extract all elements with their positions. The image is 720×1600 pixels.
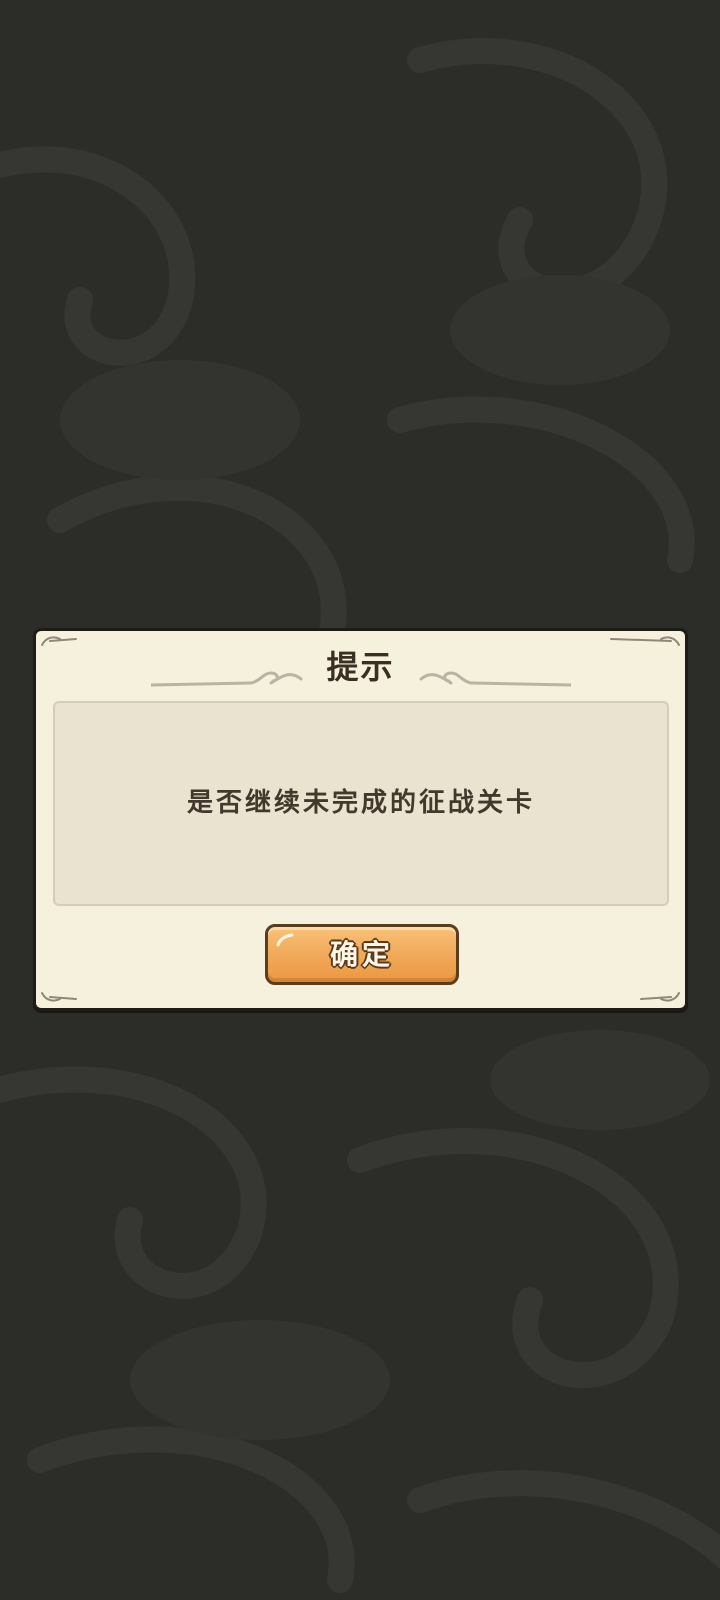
message-panel: 是否继续未完成的征战关卡	[53, 701, 669, 906]
dialog-title: 提示	[326, 648, 395, 686]
confirm-button[interactable]: 确定	[265, 924, 459, 985]
confirm-button-label: 确定	[329, 938, 394, 971]
game-screen: 提示 是否继续未完成的征战关卡 确定	[0, 0, 720, 1600]
dialog-message: 是否继续未完成的征战关卡	[186, 788, 535, 818]
continue-prompt-dialog: 提示 是否继续未完成的征战关卡 确定	[33, 628, 688, 1011]
